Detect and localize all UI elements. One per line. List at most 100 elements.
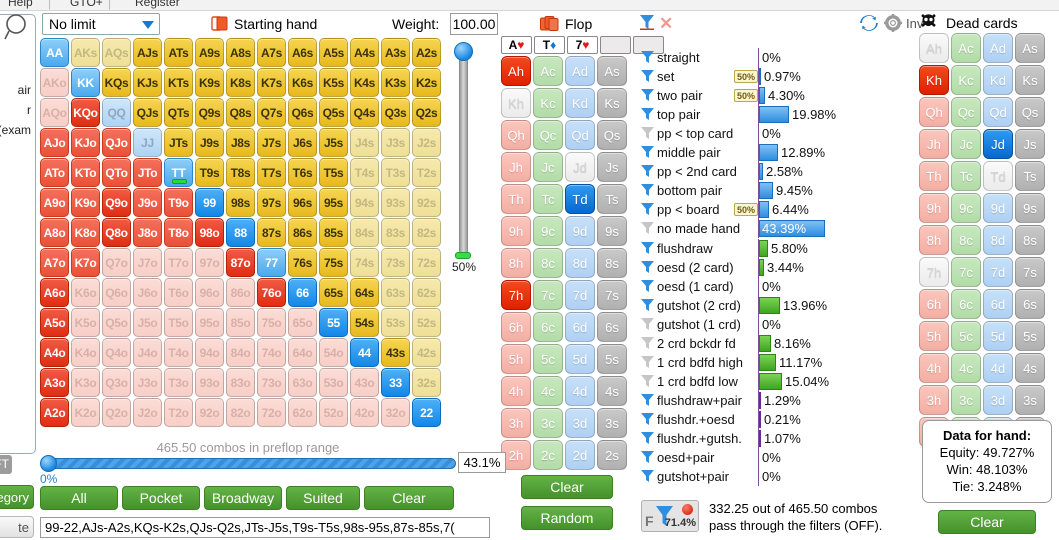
hand-cell[interactable]: 42o (350, 398, 379, 427)
hand-cell[interactable]: K5o (71, 308, 100, 337)
filter-funnel-icon[interactable] (641, 431, 654, 445)
search-icon[interactable] (4, 12, 32, 42)
deck-card[interactable]: 5d (565, 344, 595, 374)
hand-cell[interactable]: 82o (226, 398, 255, 427)
hand-cell[interactable]: Q5s (319, 98, 348, 127)
filter-weight-badge[interactable]: 50% (734, 70, 759, 83)
deck-card[interactable]: 7d (565, 280, 595, 310)
deck-card[interactable]: Js (1015, 129, 1045, 159)
hand-cell[interactable]: 86s (288, 218, 317, 247)
deck-card[interactable]: Qd (565, 120, 595, 150)
deck-card[interactable]: 5s (597, 344, 627, 374)
hand-cell[interactable]: J8s (226, 128, 255, 157)
deck-card[interactable]: Ac (533, 56, 563, 86)
hand-cell[interactable]: 44 (350, 338, 379, 367)
range-text-input[interactable]: 99-22,AJs-A2s,KQs-K2s,QJs-Q2s,JTs-J5s,T9… (40, 517, 490, 538)
hand-cell[interactable]: T8s (226, 158, 255, 187)
hand-cell[interactable]: KJs (133, 68, 162, 97)
hand-cell[interactable]: JJ (133, 128, 162, 157)
hand-cell[interactable]: T5s (319, 158, 348, 187)
deck-card[interactable]: Th (919, 161, 949, 191)
range-slider-track[interactable] (46, 458, 456, 469)
hand-cell[interactable]: K6s (288, 68, 317, 97)
hand-cell[interactable]: A9o (40, 188, 69, 217)
deck-card[interactable]: Qc (951, 97, 981, 127)
hand-cell[interactable]: K3s (381, 68, 410, 97)
deck-card[interactable]: 3c (533, 408, 563, 438)
filter-row[interactable]: pp < top card 0% (638, 124, 828, 143)
filter-funnel-icon[interactable] (641, 469, 654, 483)
filter-row[interactable]: oesd (1 card) 0% (638, 277, 828, 296)
hand-cell[interactable]: 77 (257, 248, 286, 277)
hand-cell[interactable]: AKo (40, 68, 69, 97)
deck-card[interactable]: Kc (533, 88, 563, 118)
deck-card[interactable]: Ah (919, 33, 949, 63)
filter-row[interactable]: bottom pair 9.45% (638, 181, 828, 200)
hand-cell[interactable]: K9s (195, 68, 224, 97)
filter-row[interactable]: top pair 19.98% (638, 105, 836, 124)
weight-slider[interactable] (452, 42, 474, 257)
hand-cell[interactable]: T7s (257, 158, 286, 187)
hand-cell[interactable]: 76o (257, 278, 286, 307)
hand-cell[interactable]: 62s (412, 278, 441, 307)
hand-cell[interactable]: TT (164, 158, 193, 187)
hand-cell[interactable]: 72s (412, 248, 441, 277)
hand-cell[interactable]: Q6o (102, 278, 131, 307)
hand-cell[interactable]: A7s (257, 38, 286, 67)
filter-row[interactable]: oesd+pair 0% (638, 448, 828, 467)
hand-cell[interactable]: 72o (257, 398, 286, 427)
hand-cell[interactable]: AQs (102, 38, 131, 67)
filter-funnel-icon[interactable] (641, 298, 654, 312)
hand-cell[interactable]: 99 (195, 188, 224, 217)
hand-cell[interactable]: 73s (381, 248, 410, 277)
filter-row[interactable]: flushdr.+oesd 0.21% (638, 410, 828, 429)
hand-cell[interactable]: KJo (71, 128, 100, 157)
hand-cell[interactable]: Q2s (412, 98, 441, 127)
hand-cell[interactable]: 98s (226, 188, 255, 217)
deck-card[interactable]: 5d (983, 321, 1013, 351)
hand-cell[interactable]: 62o (288, 398, 317, 427)
filter-row[interactable]: middle pair 12.89% (638, 143, 828, 162)
deck-card[interactable]: 9h (919, 193, 949, 223)
hand-cell[interactable]: KQs (102, 68, 131, 97)
hand-cell[interactable]: Q8o (102, 218, 131, 247)
hand-cell[interactable]: A8s (226, 38, 255, 67)
hand-cell[interactable]: Q9o (102, 188, 131, 217)
hand-cell[interactable]: 66 (288, 278, 317, 307)
hand-cell[interactable]: 52o (319, 398, 348, 427)
hand-cell[interactable]: Q5o (102, 308, 131, 337)
hand-cell[interactable]: Q3o (102, 368, 131, 397)
hand-cell[interactable]: AKs (71, 38, 100, 67)
hand-cell[interactable]: J7s (257, 128, 286, 157)
hand-cell[interactable]: 86o (226, 278, 255, 307)
filter-funnel-icon[interactable] (641, 450, 654, 464)
hand-cell[interactable]: A2o (40, 398, 69, 427)
deck-card[interactable]: Jd (983, 129, 1013, 159)
hand-cell[interactable]: 83o (226, 368, 255, 397)
hand-cell[interactable]: A8o (40, 218, 69, 247)
filter-row[interactable]: flushdraw+pair 1.29% (638, 391, 828, 410)
hand-cell[interactable]: J5o (133, 308, 162, 337)
hand-cell[interactable]: J4o (133, 338, 162, 367)
hand-cell[interactable]: 33 (381, 368, 410, 397)
deck-card[interactable]: 4c (533, 376, 563, 406)
range-preset-all[interactable]: All (40, 486, 118, 510)
hand-cell[interactable]: 85s (319, 218, 348, 247)
hand-cell[interactable]: Q4o (102, 338, 131, 367)
deck-card[interactable]: As (1015, 33, 1045, 63)
deck-card[interactable]: 3d (565, 408, 595, 438)
deck-card[interactable]: 9s (1015, 193, 1045, 223)
filter-row[interactable]: oesd (2 card) 3.44% (638, 258, 828, 277)
range-preset-broadway[interactable]: Broadway (204, 486, 282, 510)
hand-cell[interactable]: T9o (164, 188, 193, 217)
deck-card[interactable]: 9c (951, 193, 981, 223)
hand-cell[interactable]: T3s (381, 158, 410, 187)
deck-card[interactable]: 7h (919, 257, 949, 287)
deck-card[interactable]: 2s (597, 440, 627, 470)
hand-cell[interactable]: 43o (350, 368, 379, 397)
hand-cell[interactable]: K6o (71, 278, 100, 307)
deck-card[interactable]: 6d (565, 312, 595, 342)
hand-cell[interactable]: 82s (412, 218, 441, 247)
hand-cell[interactable]: 54o (319, 338, 348, 367)
hand-cell[interactable]: K4o (71, 338, 100, 367)
